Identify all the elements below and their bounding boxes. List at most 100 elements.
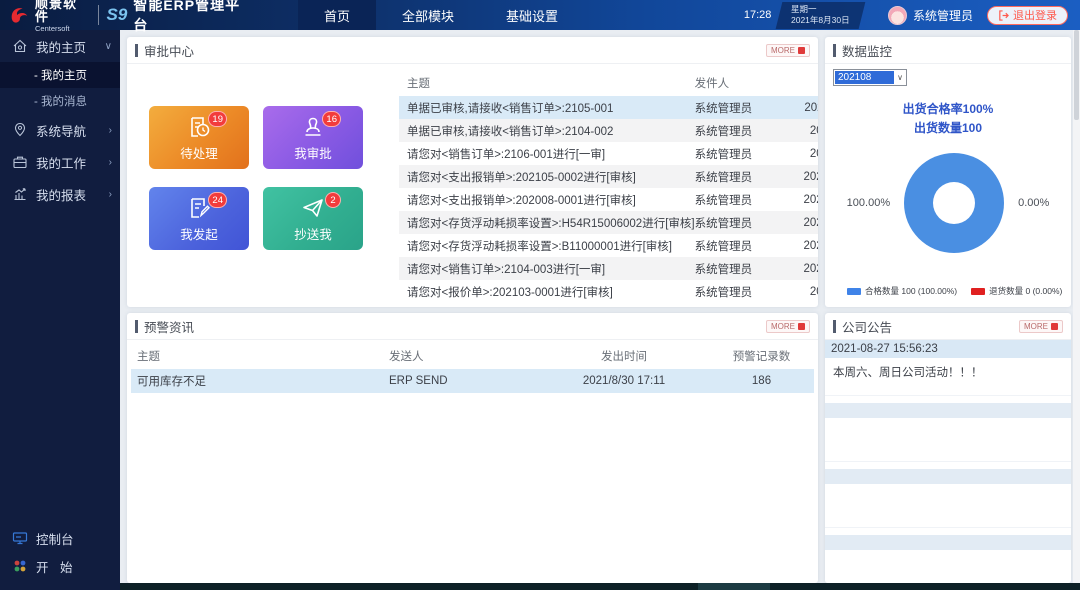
sidebar-item-my-work[interactable]: 我的工作 › [0, 146, 120, 178]
alert-row[interactable]: 可用库存不足 ERP SEND 2021/8/30 17:11 186 [131, 369, 814, 393]
more-icon [1051, 323, 1058, 330]
announcement-item-empty [825, 469, 1071, 528]
donut-left-label: 100.00% [847, 197, 890, 209]
s9-logo: S9 [107, 5, 128, 25]
nav-home[interactable]: 首页 [298, 0, 376, 30]
approval-center-title: 审批中心 [144, 41, 194, 60]
data-monitor-panel: 数据监控 202108 ∨ 出货合格率100% 出货数量100 100.00% … [825, 37, 1071, 307]
announcements-panel: 公司公告 MORE 2021-08-27 15:56:23 本周六、周日公司活动… [825, 313, 1071, 583]
announcements-title: 公司公告 [842, 317, 892, 336]
period-select[interactable]: 202108 ∨ [833, 69, 907, 86]
panel-accent [135, 320, 138, 333]
table-row[interactable]: 请您对<报价单>:202103-0001进行[审核]系统管理员2021/3/3 … [399, 280, 818, 303]
panel-accent [833, 44, 836, 57]
top-nav: 首页 全部模块 基础设置 [298, 0, 584, 30]
nav-basic-settings[interactable]: 基础设置 [480, 0, 584, 30]
bar-chart-icon [12, 186, 28, 202]
chevron-down-icon: ∨ [894, 73, 906, 82]
logo: 顺景软件 Centersoft S9 智能ERP管理平台 [0, 0, 252, 35]
top-bar: 顺景软件 Centersoft S9 智能ERP管理平台 首页 全部模块 基础设… [0, 0, 1080, 30]
legend-returned: 退货数量 0 (0.00%) [971, 285, 1062, 297]
approval-table: 主题 发件人 发出时间 单据已审核,请接收<销售订单>:2105-001系统管理… [399, 70, 818, 303]
page-scrollbar[interactable] [1073, 30, 1080, 583]
table-row[interactable]: 请您对<销售订单>:2104-003进行[一审]系统管理员2021/4/23 1… [399, 257, 818, 280]
app-title: 智能ERP管理平台 [133, 0, 252, 35]
sidebar-item-my-reports[interactable]: 我的报表 › [0, 178, 120, 210]
weekday: 星期一 [791, 4, 850, 15]
logo-divider [98, 5, 99, 25]
alerts-table: 主题 发送人 发出时间 预警记录数 可用库存不足 ERP SEND 2021/8… [127, 340, 818, 583]
table-row[interactable]: 单据已审核,请接收<销售订单>:2105-001系统管理员2021/8/14 1… [399, 96, 818, 119]
announcement-date: 2021-08-27 15:56:23 [825, 340, 1071, 358]
chart-legend: 合格数量 100 (100.00%) 退货数量 0 (0.00%) [833, 285, 1063, 297]
period-select-value: 202108 [835, 71, 894, 84]
user-avatar[interactable] [888, 6, 907, 25]
data-monitor-title: 数据监控 [842, 41, 892, 60]
start-grid-icon [12, 558, 28, 574]
monitor-summary: 出货合格率100% 出货数量100 [833, 100, 1063, 137]
alerts-table-header: 主题 发送人 发出时间 预警记录数 [131, 342, 814, 369]
announcements-more-button[interactable]: MORE [1019, 320, 1063, 333]
tile-initiated-by-me[interactable]: 我发起 24 [149, 187, 249, 250]
donut-chart[interactable] [904, 153, 1004, 253]
initiated-count-badge: 24 [208, 192, 227, 208]
company-logo-icon [8, 4, 30, 26]
more-icon [798, 323, 805, 330]
donut-right-label: 0.00% [1018, 197, 1049, 209]
sidebar: 我的主页 ∨ - 我的主页 - 我的消息 系统导航 › 我的工作 › 我的报表 … [0, 30, 120, 590]
approval-table-header: 主题 发件人 发出时间 [399, 70, 818, 96]
map-pin-icon [12, 122, 28, 138]
panel-accent [135, 44, 138, 57]
chevron-right-icon: › [109, 157, 112, 168]
sidebar-subitem-my-home[interactable]: - 我的主页 [0, 62, 120, 88]
table-row[interactable]: 请您对<存货浮动耗损率设置>:H54R15006002进行[审核]系统管理员20… [399, 211, 818, 234]
logout-button[interactable]: 退出登录 [987, 6, 1068, 25]
announcement-item-empty [825, 535, 1071, 583]
cc-count-badge: 2 [325, 192, 341, 208]
alerts-title: 预警资讯 [144, 317, 194, 336]
tile-my-approvals[interactable]: 我审批 16 [263, 106, 363, 169]
logo-subtitle: Centersoft [35, 25, 90, 33]
legend-qualified: 合格数量 100 (100.00%) [847, 285, 957, 297]
page-scrollbar-thumb[interactable] [1074, 30, 1079, 120]
sidebar-item-start[interactable]: 开 始 [0, 552, 120, 580]
panel-accent [833, 320, 836, 333]
sidebar-subitem-my-messages[interactable]: - 我的消息 [0, 88, 120, 114]
nav-all-modules[interactable]: 全部模块 [376, 0, 480, 30]
tile-cc-to-me[interactable]: 抄送我 2 [263, 187, 363, 250]
sidebar-item-console[interactable]: 控制台 [0, 524, 120, 552]
user-name: 系统管理员 [913, 7, 973, 24]
table-row[interactable]: 请您对<支出报销单>:202105-0002进行[审核]系统管理员2021/5/… [399, 165, 818, 188]
date-block: 星期一 2021年8月30日 [776, 2, 865, 29]
table-row[interactable]: 请您对<存货浮动耗损率设置>:B11000001进行[审核]系统管理员2021/… [399, 234, 818, 257]
pending-count-badge: 19 [208, 111, 227, 127]
date: 2021年8月30日 [791, 15, 850, 26]
monitor-icon [12, 530, 28, 546]
approval-more-button[interactable]: MORE [766, 44, 810, 57]
legend-swatch-blue [847, 288, 861, 295]
logout-icon [998, 10, 1009, 21]
approval-center-panel: 审批中心 MORE 待处理 19 我审批 16 我发起 [127, 37, 818, 307]
table-row[interactable]: 请您对<销售订单>:2106-001进行[一审]系统管理员2021/6/5 14… [399, 142, 818, 165]
main-content: 审批中心 MORE 待处理 19 我审批 16 我发起 [120, 30, 1080, 584]
clock: 17:28 [744, 9, 772, 21]
announcement-content: 本周六、周日公司活动！！！ [825, 358, 1071, 396]
sidebar-item-system-nav[interactable]: 系统导航 › [0, 114, 120, 146]
briefcase-icon [12, 154, 28, 170]
tile-pending[interactable]: 待处理 19 [149, 106, 249, 169]
chevron-down-icon: ∨ [105, 41, 112, 52]
paper-plane-icon [300, 195, 326, 221]
table-row[interactable]: 单据已审核,请接收<销售订单>:2104-002系统管理员2021/8/5 16… [399, 119, 818, 142]
logo-title: 顺景软件 [35, 0, 90, 23]
home-icon [12, 38, 28, 54]
table-row[interactable]: 请您对<支出报销单>:202008-0001进行[审核]系统管理员2021/5/… [399, 188, 818, 211]
chevron-right-icon: › [109, 189, 112, 200]
announcement-item[interactable]: 2021-08-27 15:56:23 本周六、周日公司活动！！！ [825, 340, 1071, 396]
more-icon [798, 47, 805, 54]
legend-swatch-red [971, 288, 985, 295]
my-approvals-count-badge: 16 [322, 111, 341, 127]
bottom-bar [120, 583, 1080, 590]
alerts-panel: 预警资讯 MORE 主题 发送人 发出时间 预警记录数 可用库存不足 ERP S… [127, 313, 818, 583]
announcement-item-empty [825, 403, 1071, 462]
alerts-more-button[interactable]: MORE [766, 320, 810, 333]
